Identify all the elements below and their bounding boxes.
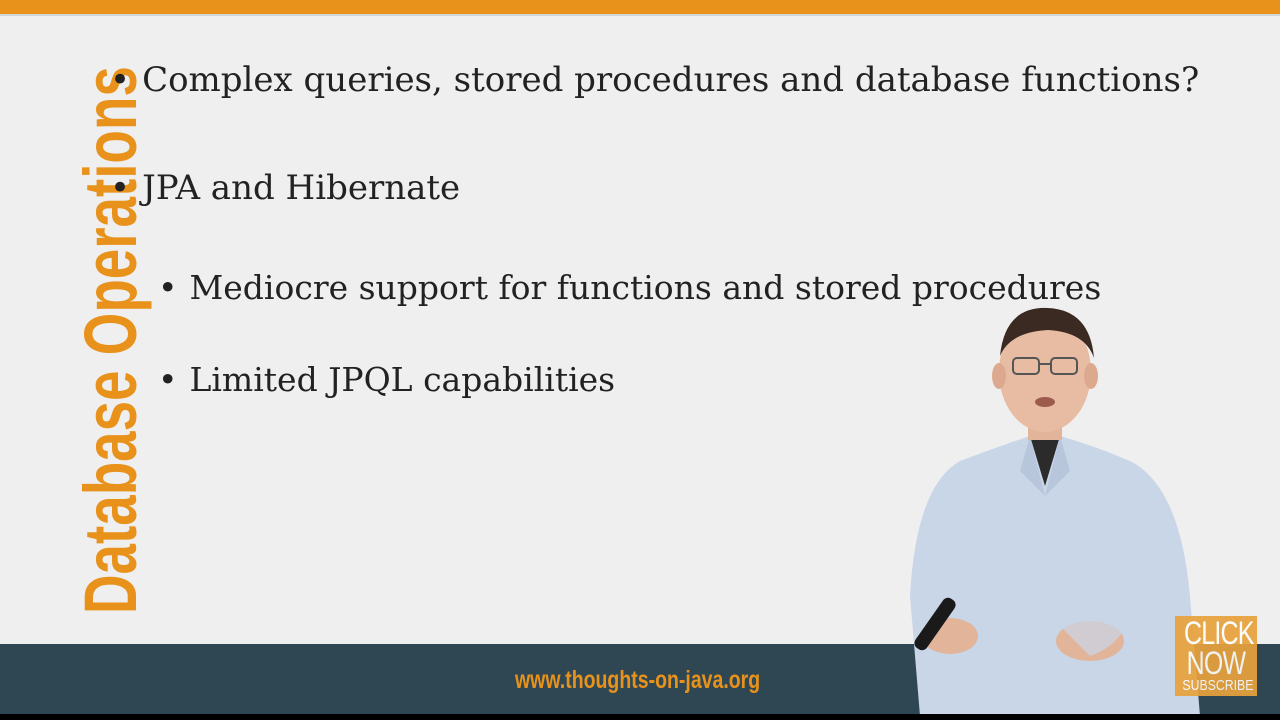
subscribe-line-subscribe: SUBSCRIBE: [1182, 677, 1254, 694]
sub-bullet-item: • Limited JPQL capabilities: [158, 360, 615, 399]
footer-website-link: www.thoughts-on-java.org: [515, 666, 761, 694]
bullet-text: JPA and Hibernate: [142, 168, 461, 208]
bottom-edge: [0, 714, 1280, 720]
slide-side-title: Database Operations: [69, 66, 152, 614]
video-frame[interactable]: Database Operations • Complex queries, st…: [0, 0, 1280, 720]
top-accent-bar: [0, 0, 1280, 16]
bullet-dot: •: [110, 168, 131, 208]
bullet-item: • JPA and Hibernate: [110, 168, 460, 208]
presenter-figure: [910, 307, 1200, 716]
bullet-dot: •: [110, 60, 131, 100]
subscribe-button[interactable]: CLICK NOW SUBSCRIBE: [1175, 616, 1257, 696]
bullet-dot: •: [158, 268, 178, 307]
bullet-text: Limited JPQL capabilities: [189, 360, 616, 399]
subscribe-line-now: NOW: [1186, 645, 1246, 681]
subscribe-line-click: CLICK: [1184, 615, 1254, 651]
bullet-item: • Complex queries, stored procedures and …: [110, 60, 1199, 100]
bullet-text: Complex queries, stored procedures and d…: [142, 60, 1200, 100]
bullet-dot: •: [158, 360, 178, 399]
